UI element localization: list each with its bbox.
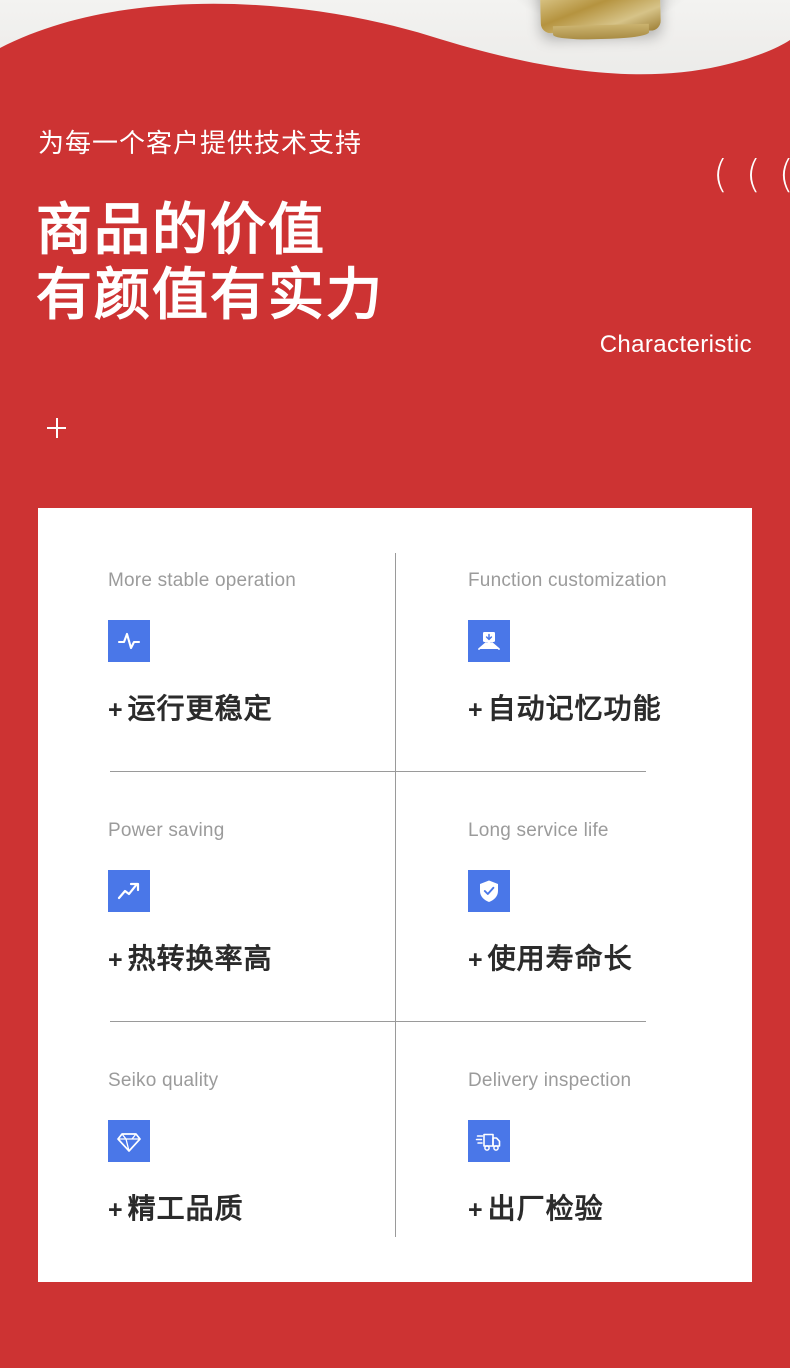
feature-item[interactable]: Power saving + 热转换率高: [108, 820, 438, 1030]
feature-title-prefix: +: [108, 1196, 124, 1224]
feature-title-text: 自动记忆功能: [487, 693, 662, 724]
promo-page: 为每一个客户提供技术支持 商品的价值 有颜值有实力 ( ( ( Characte…: [0, 0, 790, 1368]
feature-eyebrow: Power saving: [108, 820, 225, 841]
feature-title-prefix: +: [468, 696, 484, 724]
feature-card: More stable operation + 运行更稳定 Function cu…: [38, 508, 752, 1282]
feature-title-prefix: +: [108, 696, 124, 724]
feature-item[interactable]: Seiko quality + 精工品质: [108, 1070, 438, 1280]
section-label: Characteristic: [599, 331, 752, 358]
feature-title-text: 热转换率高: [127, 943, 273, 974]
feature-title-text: 运行更稳定: [127, 693, 273, 724]
pulse-icon: [108, 620, 150, 662]
page-title-line-2: 有颜值有实力: [36, 262, 384, 326]
feature-eyebrow: Long service life: [468, 820, 609, 841]
feature-item[interactable]: Function customization + 自动记忆功能: [468, 570, 790, 780]
feature-eyebrow: Function customization: [468, 570, 667, 591]
diamond-icon: [108, 1120, 150, 1162]
feature-title-text: 精工品质: [127, 1193, 244, 1224]
header-eyebrow: 为每一个客户提供技术支持: [38, 128, 363, 158]
feature-title: + 精工品质: [108, 1187, 244, 1227]
feature-title-text: 出厂检验: [487, 1193, 604, 1224]
feature-item[interactable]: Delivery inspection + 出厂检验: [468, 1070, 790, 1280]
delivery-truck-icon: [468, 1120, 510, 1162]
shield-check-icon: [468, 870, 510, 912]
feature-title-prefix: +: [108, 946, 124, 974]
feature-eyebrow: More stable operation: [108, 570, 296, 591]
feature-title-text: 使用寿命长: [487, 943, 633, 974]
feature-item[interactable]: Long service life + 使用寿命长: [468, 820, 790, 1030]
page-header: 为每一个客户提供技术支持 商品的价值 有颜值有实力 ( ( ( Characte…: [0, 0, 790, 500]
feature-title-prefix: +: [468, 946, 484, 974]
feature-title: + 使用寿命长: [468, 937, 633, 977]
envelope-download-icon: [468, 620, 510, 662]
feature-item[interactable]: More stable operation + 运行更稳定: [108, 570, 438, 780]
feature-eyebrow: Delivery inspection: [468, 1070, 632, 1091]
page-title: 商品的价值 有颜值有实力: [36, 198, 384, 328]
feature-eyebrow: Seiko quality: [108, 1070, 219, 1091]
feature-title: + 自动记忆功能: [468, 687, 662, 727]
feature-title: + 出厂检验: [468, 1187, 604, 1227]
feature-title-prefix: +: [468, 1196, 484, 1224]
feature-title: + 热转换率高: [108, 937, 273, 977]
trending-up-icon: [108, 870, 150, 912]
page-title-line-1: 商品的价值: [36, 198, 326, 261]
quote-marks-icon: ( ( (: [713, 152, 790, 196]
feature-title: + 运行更稳定: [108, 687, 273, 727]
feature-grid: More stable operation + 运行更稳定 Function cu…: [38, 508, 752, 1282]
plus-icon: [47, 418, 67, 438]
